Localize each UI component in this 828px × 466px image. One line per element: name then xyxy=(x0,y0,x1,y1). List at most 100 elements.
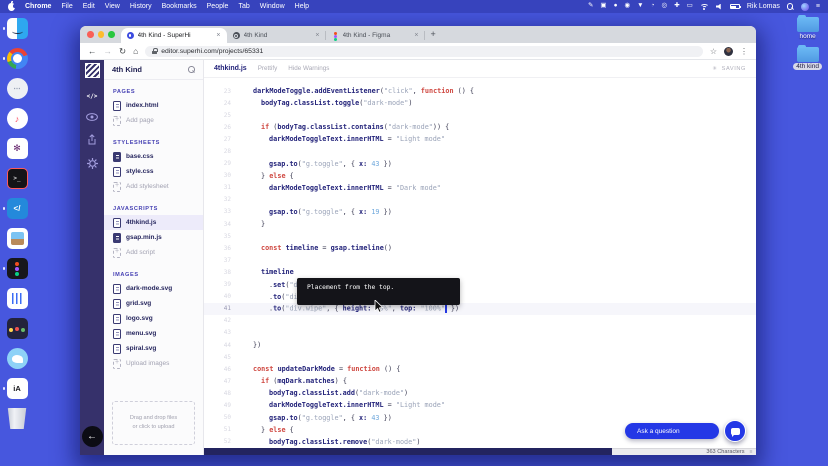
hide-warnings-button[interactable]: Hide Warnings xyxy=(288,65,329,72)
bookmark-star-icon[interactable]: ☆ xyxy=(710,47,717,56)
sidebar-action-add-stylesheet[interactable]: Add stylesheet xyxy=(104,179,203,194)
browser-menu-icon[interactable]: ⋮ xyxy=(740,47,748,56)
profile-avatar[interactable] xyxy=(724,47,733,56)
code-line[interactable]: 35 xyxy=(204,230,756,242)
tab-close-icon[interactable]: × xyxy=(414,32,418,39)
code-line[interactable]: 48bodyTag.classList.add("dark-mode") xyxy=(204,387,756,399)
sidebar-file-menu-svg[interactable]: menu.svg xyxy=(104,326,203,341)
code-line[interactable]: 23darkModeToggle.addEventListener("click… xyxy=(204,85,756,97)
browser-tab[interactable]: 4th Kind - SuperHi× xyxy=(121,28,227,43)
sidebar-file-index-html[interactable]: index.html xyxy=(104,98,203,113)
code-line[interactable]: 30} else { xyxy=(204,170,756,182)
sidebar-file-gsap-min-js[interactable]: gsap.min.js xyxy=(104,230,203,245)
menu-item-window[interactable]: Window xyxy=(260,3,285,10)
music-dock-icon[interactable]: ♪ xyxy=(7,108,28,129)
wifi-icon[interactable] xyxy=(700,4,709,10)
code-line[interactable]: 24bodyTag.classList.toggle("dark-mode") xyxy=(204,97,756,109)
chrome-dock-icon[interactable] xyxy=(7,48,28,69)
open-file-tab[interactable]: 4thkind.js xyxy=(214,65,247,72)
code-line[interactable]: 34} xyxy=(204,218,756,230)
record-icon[interactable]: ● xyxy=(614,3,618,10)
apple-menu-icon[interactable] xyxy=(8,3,15,11)
browser-tab[interactable]: 4th Kind× xyxy=(227,28,326,43)
clock-icon[interactable]: ◔ xyxy=(651,3,655,10)
siri-icon[interactable] xyxy=(801,3,809,11)
slack-dock-icon[interactable]: ✻ xyxy=(7,138,28,159)
reload-button[interactable]: ↻ xyxy=(119,47,126,56)
sidebar-file-spiral-svg[interactable]: spiral.svg xyxy=(104,341,203,356)
code-line[interactable]: 37 xyxy=(204,254,756,266)
back-button[interactable]: ← xyxy=(88,47,97,56)
pencil-icon[interactable]: ✎ xyxy=(588,3,593,10)
code-line[interactable]: 32 xyxy=(204,194,756,206)
menu-item-tab[interactable]: Tab xyxy=(238,3,249,10)
audio-dock-icon[interactable] xyxy=(7,288,28,309)
back-circle-button[interactable]: ← xyxy=(82,426,103,447)
menu-item-history[interactable]: History xyxy=(130,3,152,10)
resize-grip-icon[interactable]: ≡ xyxy=(750,449,752,455)
globe-icon[interactable]: ◎ xyxy=(662,3,668,10)
code-line[interactable]: 25 xyxy=(204,109,756,121)
messages-dock-icon[interactable]: ⋯ xyxy=(7,78,28,99)
spotlight-search-icon[interactable] xyxy=(787,3,794,10)
menu-item-bookmarks[interactable]: Bookmarks xyxy=(162,3,197,10)
window-icon[interactable]: ▣ xyxy=(600,3,606,10)
plus-icon[interactable]: ✚ xyxy=(674,3,679,10)
vscode-dock-icon[interactable]: </ xyxy=(7,198,28,219)
code-line[interactable]: 42 xyxy=(204,315,756,327)
camera-icon[interactable]: ◉ xyxy=(625,3,631,10)
bird-dock-icon[interactable] xyxy=(7,348,28,369)
code-line[interactable]: 45 xyxy=(204,351,756,363)
menu-item-help[interactable]: Help xyxy=(295,3,309,10)
code-line[interactable]: 47if (mqDark.matches) { xyxy=(204,375,756,387)
sidebar-action-add-script[interactable]: Add script xyxy=(104,245,203,260)
settings-gear-icon[interactable] xyxy=(87,158,98,169)
desktop-folder-home[interactable]: home xyxy=(796,17,818,40)
sidebar-action-upload-images[interactable]: Upload images xyxy=(104,356,203,371)
display-icon[interactable]: ▭ xyxy=(687,3,693,10)
chat-bubble-button[interactable] xyxy=(724,420,746,442)
ia-dock-icon[interactable]: iA xyxy=(7,378,28,399)
menu-item-people[interactable]: People xyxy=(207,3,229,10)
minimize-window-button[interactable] xyxy=(98,31,105,38)
tab-close-icon[interactable]: × xyxy=(216,32,220,39)
code-line[interactable]: 49darkModeToggleText.innerHTML = "Light … xyxy=(204,399,756,411)
code-line[interactable]: 31darkModeToggleText.innerHTML = "Dark m… xyxy=(204,182,756,194)
code-line[interactable]: 33gsap.to("g.toggle", { x: 19 }) xyxy=(204,206,756,218)
browser-tab[interactable]: 4th Kind - Figma× xyxy=(326,28,425,43)
shield-icon[interactable]: ▼ xyxy=(637,3,643,10)
code-line[interactable]: 41.to("div.wipe", { height: "0%", top: "… xyxy=(204,303,756,315)
code-line[interactable]: 39.set("di xyxy=(204,279,756,291)
file-dropzone[interactable]: Drag and drop files or click to upload xyxy=(112,401,195,445)
design-dock-icon[interactable] xyxy=(7,318,28,339)
sidebar-action-add-page[interactable]: Add page xyxy=(104,113,203,128)
code-line[interactable]: 46const updateDarkMode = function () { xyxy=(204,363,756,375)
figma-dock-icon[interactable] xyxy=(7,258,28,279)
menu-item-edit[interactable]: Edit xyxy=(83,3,95,10)
address-bar[interactable]: editor.superhi.com/projects/65331 xyxy=(145,46,703,57)
superhi-logo[interactable] xyxy=(85,63,100,78)
sidebar-file-logo-svg[interactable]: logo.svg xyxy=(104,311,203,326)
prettify-button[interactable]: Prettify xyxy=(258,65,278,72)
code-line[interactable]: 29gsap.to("g.toggle", { x: 43 }) xyxy=(204,158,756,170)
sidebar-search-icon[interactable] xyxy=(188,66,195,73)
code-line[interactable]: 40.to("div xyxy=(204,291,756,303)
code-line[interactable]: 43 xyxy=(204,327,756,339)
home-button[interactable]: ⌂ xyxy=(133,47,138,56)
notification-center-icon[interactable]: ≡ xyxy=(816,3,820,10)
sidebar-file-style-css[interactable]: style.css xyxy=(104,164,203,179)
desktop-folder-4th-kind[interactable]: 4th kind xyxy=(793,47,822,70)
sidebar-file-dark-mode-svg[interactable]: dark-mode.svg xyxy=(104,281,203,296)
upload-share-icon[interactable] xyxy=(87,134,97,145)
tab-close-icon[interactable]: × xyxy=(315,32,319,39)
terminal-dock-icon[interactable]: >_ xyxy=(7,168,28,189)
code-view-icon[interactable]: </> xyxy=(87,93,98,100)
code-line[interactable]: 36const timeline = gsap.timeline() xyxy=(204,242,756,254)
preview-dock-icon[interactable] xyxy=(7,228,28,249)
new-tab-button[interactable]: + xyxy=(431,30,436,39)
volume-icon[interactable] xyxy=(716,4,723,10)
menu-item-file[interactable]: File xyxy=(61,3,72,10)
menu-bar-username[interactable]: Rik Lomas xyxy=(747,3,780,10)
code-line[interactable]: 26if (bodyTag.classList.contains("dark-m… xyxy=(204,121,756,133)
battery-icon[interactable] xyxy=(730,4,740,9)
